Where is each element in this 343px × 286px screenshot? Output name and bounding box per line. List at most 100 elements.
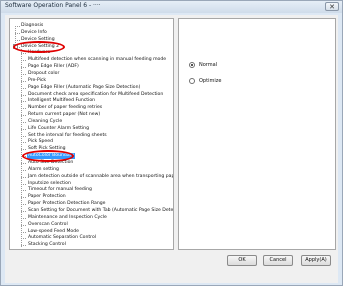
tree-item-label: Page Edge Filler (Automatic Page Size De…	[28, 84, 141, 90]
tree-connector-dots	[21, 128, 26, 130]
tree-item[interactable]: Intelligent Multifeed Function	[10, 98, 173, 104]
tree-item-label: Maintenance and Inspection Cycle	[28, 214, 107, 220]
tree-item[interactable]: Page Edge Filler (ADF)	[10, 64, 173, 70]
tree-connector-dots	[21, 108, 26, 110]
tree-item[interactable]: Auto Size Detection	[10, 160, 173, 166]
tree-item-label: Jam detection outside of scannable area …	[28, 173, 174, 179]
tree-connector-dots	[21, 73, 26, 75]
radio-optimize[interactable]: Optimize	[189, 77, 221, 85]
tree-item[interactable]: Dropout color	[10, 71, 173, 77]
tree-item[interactable]: Paper Protection Detection Range	[10, 201, 173, 207]
tree-item[interactable]: Jam detection outside of scannable area …	[10, 174, 173, 180]
tree-item-label: Set the interval for feeding sheets	[28, 132, 107, 138]
radio-normal-label: Normal	[199, 62, 218, 68]
tree-item[interactable]: Diagnosis	[10, 23, 173, 29]
tree-item[interactable]: Return current paper (Not new)	[10, 112, 173, 118]
tree-connector-dots	[21, 101, 26, 103]
tree-item[interactable]: - Device Setting 2	[10, 44, 173, 50]
tree-item[interactable]: Set the interval for feeding sheets	[10, 133, 173, 139]
tree-item[interactable]: Overscan Control	[10, 222, 173, 228]
tree-item-label: Intelligent Multifeed Function	[28, 98, 96, 104]
close-icon[interactable]: ✕	[325, 2, 339, 11]
tree-item-label: Soft Pick Setting	[28, 146, 66, 152]
tree-item[interactable]: Soft Pick Setting	[10, 146, 173, 152]
tree-item-label: Cleaning Cycle	[28, 118, 63, 124]
tree-item-label: Alarm setting	[28, 166, 59, 172]
radio-optimize-label: Optimize	[199, 78, 222, 84]
tree-item[interactable]: Automatic Separation Control	[10, 235, 173, 241]
tree-item-label: Page Edge Filler (ADF)	[28, 64, 79, 70]
tree-connector-dots	[21, 60, 26, 62]
tree-connector-dots	[21, 135, 26, 137]
tree-item-label: Device Info	[21, 29, 47, 35]
tree-connector-dots	[21, 210, 26, 212]
tree-connector-dots	[21, 224, 26, 226]
tree-item-label: Multifeed detection when scanning in man…	[28, 57, 167, 63]
tree-item-label: Return current paper (Not new)	[28, 112, 101, 118]
tree-item[interactable]: Number of paper feeding retries	[10, 105, 173, 111]
tree-item[interactable]: Multifeed detection when scanning in man…	[10, 57, 173, 63]
tree-item-label: Diagnosis	[21, 23, 44, 28]
tree-connector-dots	[21, 53, 26, 55]
tree-item-label: Device Setting	[21, 36, 55, 42]
tree-connector-dots	[21, 204, 26, 206]
tree-item[interactable]: Alarm setting	[10, 167, 173, 173]
tree-item[interactable]: Paper Protection	[10, 194, 173, 200]
tree-item-label: Overscan Control	[28, 221, 68, 227]
tree-item[interactable]: Device Info	[10, 30, 173, 36]
tree-item[interactable]: Scan Setting for Document with Tab (Auto…	[10, 208, 173, 214]
tree-connector-dots	[21, 169, 26, 171]
tree-connector-dots	[21, 80, 26, 82]
tree-connector-dots	[21, 245, 26, 247]
tree-connector-dots	[21, 190, 26, 192]
radio-normal-indicator[interactable]	[189, 61, 195, 68]
tree-item[interactable]: Device Setting	[10, 37, 173, 43]
options-panel: Normal Optimize	[178, 18, 336, 250]
tree-item-label: Document check area specification for Mu…	[28, 91, 164, 97]
tree-connector-dots	[21, 121, 26, 123]
tree-item-label: Life Counter Alarm Setting	[28, 125, 89, 131]
title-bar[interactable]: Software Operation Panel 6 - ···· ✕	[1, 1, 342, 13]
tree-item[interactable]: Hardware	[10, 50, 173, 56]
tree-item[interactable]: Document check area specification for Mu…	[10, 92, 173, 98]
tree-connector-dots	[21, 176, 26, 178]
tree-item[interactable]: Pre-Pick	[10, 78, 173, 84]
tree-item[interactable]: Inputsize selection	[10, 181, 173, 187]
tree-item[interactable]: Page Edge Filler (Automatic Page Size De…	[10, 85, 173, 91]
tree-item[interactable]: Maintenance and Inspection Cycle	[10, 215, 173, 221]
tree-connector-dots	[21, 115, 26, 117]
software-operation-panel-window: Software Operation Panel 6 - ···· ✕ Diag…	[0, 0, 343, 286]
tree-item[interactable]: Timeout for manual feeding	[10, 187, 173, 193]
tree-item-label: Hardware	[28, 50, 51, 56]
tree-item-label: Inputsize selection	[28, 180, 71, 186]
apply-button[interactable]: Apply(A)	[301, 255, 331, 266]
tree-item-label: Paper Protection	[28, 194, 66, 200]
tree-connector-dots	[21, 142, 26, 144]
tree-connector-dots	[21, 67, 26, 69]
tree-item-label: Pick Speed	[28, 139, 53, 145]
tree-item-label: Paper Protection Detection Range	[28, 201, 106, 207]
tree-connector-dots	[21, 231, 26, 233]
radio-normal[interactable]: Normal	[189, 61, 217, 69]
dialog-client-area: Diagnosis Device Info Device Setting - Devic…	[5, 15, 338, 283]
tree-item[interactable]: AutoColor Boundary	[10, 153, 173, 160]
tree-item-label: Device Setting 2	[21, 43, 60, 49]
tree-item[interactable]: Low-speed Feed Mode	[10, 229, 173, 235]
settings-tree-view[interactable]: Diagnosis Device Info Device Setting - Devic…	[9, 18, 174, 250]
tree-item-label: Pre-Pick	[28, 77, 47, 83]
radio-optimize-indicator[interactable]	[189, 77, 195, 84]
tree-connector-dots	[21, 197, 26, 199]
tree-item-label: Timeout for manual feeding	[28, 187, 92, 193]
tree-item[interactable]: Cleaning Cycle	[10, 119, 173, 125]
tree-item-label: Stacking Control	[28, 242, 66, 248]
tree-item[interactable]: Pick Speed	[10, 139, 173, 145]
cancel-button[interactable]: Cancel	[263, 255, 293, 266]
tree-item[interactable]: Life Counter Alarm Setting	[10, 126, 173, 132]
tree-connector-dots	[21, 94, 26, 96]
tree-expander-icon[interactable]: -	[13, 44, 18, 50]
tree-item-label: Auto Size Detection	[28, 160, 74, 165]
window-title: Software Operation Panel 6 - ····	[5, 2, 101, 9]
tree-item-label: Scan Setting for Document with Tab (Auto…	[28, 207, 174, 213]
ok-button[interactable]: OK	[227, 255, 257, 266]
tree-item[interactable]: Stacking Control	[10, 242, 173, 248]
